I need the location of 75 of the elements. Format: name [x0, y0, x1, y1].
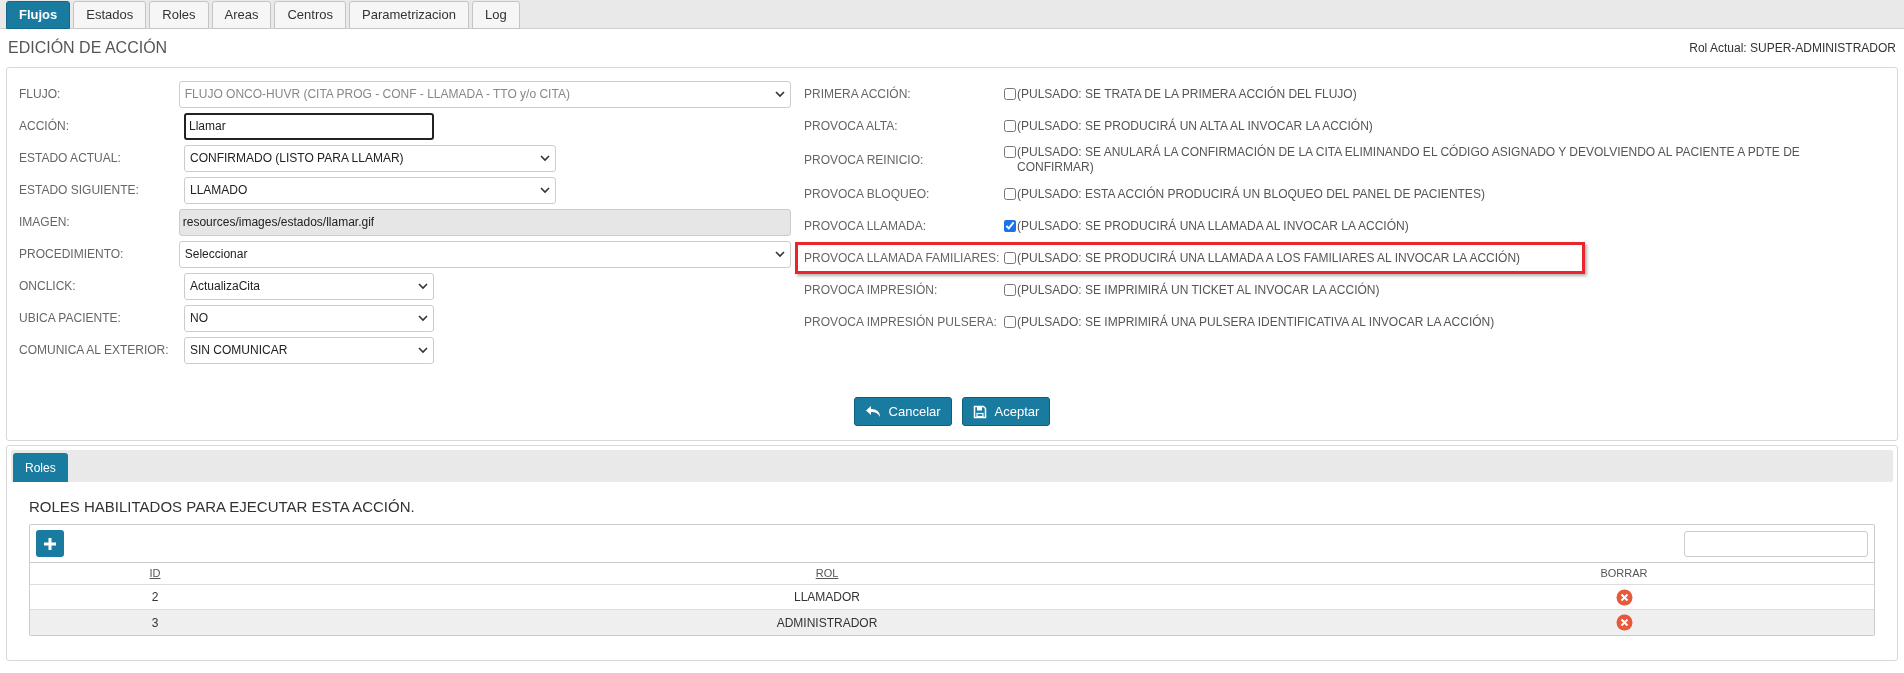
- checkbox[interactable]: [1004, 315, 1016, 328]
- table-cell-text: 3: [150, 614, 160, 632]
- checkbox[interactable]: [1004, 283, 1016, 296]
- field-label: ESTADO SIGUIENTE:: [19, 183, 140, 197]
- table-cell-text: LLAMADOR: [793, 589, 861, 606]
- option-description: (PULSADO: SE IMPRIMIRÁ UN TICKET AL INVOCAR LA ACCIÓN): [1017, 282, 1380, 298]
- add-button[interactable]: [36, 530, 64, 557]
- table-cell-text: 2: [150, 589, 160, 606]
- checkbox[interactable]: [1004, 119, 1016, 132]
- option-label: PROVOCA ALTA:: [804, 119, 899, 133]
- tab[interactable]: Roles: [13, 453, 68, 482]
- field-label: UBICA PACIENTE:: [19, 311, 122, 325]
- chevron-down-icon: [775, 250, 785, 258]
- checkbox[interactable]: [1004, 219, 1016, 232]
- option-description: (PULSADO: SE PRODUCIRÁ UNA LLAMADA AL INVOCAR LA ACCIÓN): [1017, 218, 1409, 234]
- page-title: EDICIÓN DE ACCIÓN: [8, 37, 168, 58]
- field-label: ONCLICK:: [19, 279, 77, 293]
- save-icon: [972, 404, 987, 419]
- delete-icon[interactable]: [1615, 588, 1633, 606]
- tab[interactable]: Log: [471, 1, 520, 29]
- section-heading: ROLES HABILITADOS PARA EJECUTAR ESTA ACCIÓN.: [29, 497, 416, 517]
- option-description: (PULSADO: SE PRODUCIRÁ UN ALTA AL INVOCAR LA ACCIÓN): [1017, 118, 1373, 134]
- checkbox[interactable]: [1004, 87, 1016, 100]
- option-description: (PULSADO: SE ANULARÁ LA CONFIRMACIÓN DE LA CITA ELIMINANDO EL CÓDIGO ASIGNADO Y DEVOLVIENDO AL PACIENTE A PDTE DE CONFIRMAR): [1017, 145, 1801, 175]
- field-label: COMUNICA AL EXTERIOR:: [19, 343, 170, 357]
- checkbox[interactable]: [1004, 146, 1016, 158]
- tab[interactable]: Estados: [73, 1, 147, 29]
- checkbox[interactable]: [1004, 251, 1016, 264]
- option-label: PROVOCA BLOQUEO:: [804, 187, 931, 201]
- option-description: (PULSADO: SE PRODUCIRÁ UNA LLAMADA A LOS FAMILIARES AL INVOCAR LA ACCIÓN): [1017, 250, 1521, 266]
- input-field[interactable]: resources/images/estados/llamar.gif: [178, 208, 791, 236]
- chevron-down-icon: [775, 90, 785, 98]
- input-field[interactable]: Llamar: [184, 112, 434, 140]
- dropdown[interactable]: LLAMADO: [184, 176, 556, 204]
- plus-icon: [43, 536, 57, 551]
- option-label: PROVOCA LLAMADA FAMILIARES:: [804, 251, 1001, 265]
- dropdown[interactable]: CONFIRMADO (LISTO PARA LLAMAR): [184, 144, 556, 172]
- field-label: ACCIÓN:: [19, 119, 70, 133]
- delete-icon[interactable]: [1615, 614, 1633, 631]
- table-cell-text: ADMINISTRADOR: [775, 614, 879, 632]
- field-label: FLUJO:: [19, 87, 62, 101]
- option-description: (PULSADO: ESTA ACCIÓN PRODUCIRÁ UN BLOQUEO DEL PANEL DE PACIENTES): [1017, 186, 1485, 202]
- chevron-down-icon: [418, 314, 428, 322]
- cancel-button[interactable]: Cancelar: [853, 397, 952, 426]
- tab[interactable]: Centros: [274, 1, 346, 29]
- field-label: IMAGEN:: [19, 215, 71, 229]
- chevron-down-icon: [418, 346, 428, 354]
- chevron-down-icon: [540, 186, 550, 194]
- column-header[interactable]: ROL: [280, 565, 1374, 582]
- chevron-down-icon: [540, 154, 550, 162]
- option-description: (PULSADO: SE TRATA DE LA PRIMERA ACCIÓN DEL FLUJO): [1017, 86, 1357, 102]
- search-field[interactable]: [1684, 530, 1868, 557]
- option-label: PROVOCA REINICIO:: [804, 153, 925, 167]
- tab[interactable]: Areas: [211, 1, 272, 29]
- column-header: BORRAR: [1599, 566, 1649, 582]
- current-role: Rol Actual: SUPER-ADMINISTRADOR: [1689, 40, 1896, 57]
- option-label: PROVOCA LLAMADA:: [804, 219, 928, 233]
- chevron-down-icon: [418, 282, 428, 290]
- undo-arrow-icon: [864, 405, 881, 418]
- option-description: (PULSADO: SE IMPRIMIRÁ UNA PULSERA IDENTIFICATIVA AL INVOCAR LA ACCIÓN): [1017, 314, 1495, 330]
- dropdown[interactable]: NO: [184, 304, 434, 332]
- dropdown[interactable]: SIN COMUNICAR: [184, 336, 434, 364]
- option-label: PROVOCA IMPRESIÓN:: [804, 283, 939, 297]
- tab[interactable]: Flujos: [6, 1, 71, 29]
- field-label: PROCEDIMIENTO:: [19, 247, 125, 261]
- field-label: ESTADO ACTUAL:: [19, 151, 122, 165]
- option-label: PROVOCA IMPRESIÓN PULSERA:: [804, 315, 998, 329]
- tab[interactable]: Parametrizacion: [349, 1, 469, 29]
- checkbox[interactable]: [1004, 187, 1016, 200]
- tab[interactable]: Roles: [149, 1, 209, 29]
- accept-button[interactable]: Aceptar: [961, 397, 1051, 426]
- dropdown[interactable]: ActualizaCita: [184, 272, 434, 300]
- option-label: PRIMERA ACCIÓN:: [804, 87, 912, 101]
- column-header[interactable]: ID: [30, 565, 280, 582]
- dropdown[interactable]: Seleccionar: [178, 240, 791, 268]
